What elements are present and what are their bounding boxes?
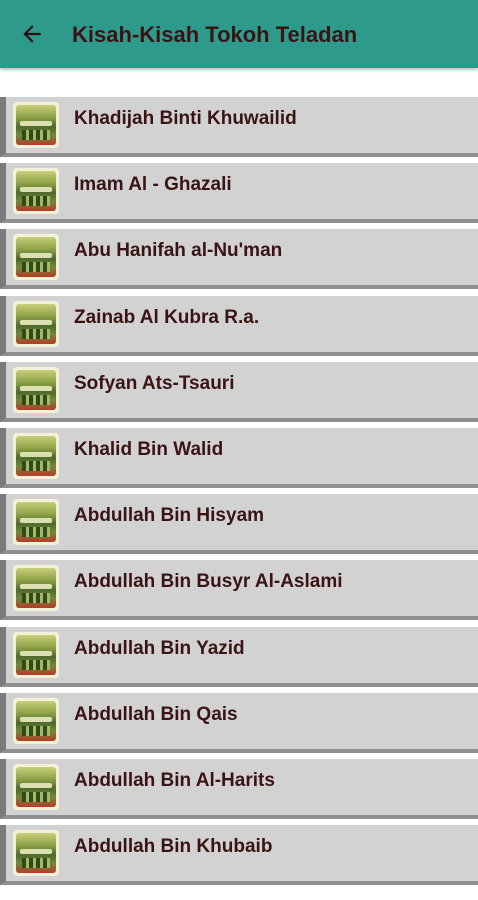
list-item[interactable]: Sofyan Ats-Tsauri [0, 362, 478, 422]
list-item-label: Imam Al - Ghazali [74, 174, 232, 195]
book-cover-image [16, 370, 56, 410]
list-item-label: Sofyan Ats-Tsauri [74, 373, 235, 394]
list-item-label: Zainab Al Kubra R.a. [74, 307, 260, 328]
list-item-label: Abu Hanifah al-Nu'man [74, 240, 283, 261]
book-cover-image [16, 171, 56, 211]
list-item[interactable]: Abdullah Bin Khubaib [0, 825, 478, 885]
list-item-label: Abdullah Bin Yazid [74, 638, 245, 659]
list-item[interactable]: Zainab Al Kubra R.a. [0, 296, 478, 356]
page-title: Kisah-Kisah Tokoh Teladan [72, 22, 358, 47]
book-cover-thumbnail [13, 301, 59, 347]
list-item[interactable]: Abu Hanifah al-Nu'man [0, 229, 478, 289]
book-cover-image [16, 568, 56, 608]
book-cover-image [16, 635, 56, 675]
book-cover-image [16, 767, 56, 807]
list-item[interactable]: Abdullah Bin Qais [0, 693, 478, 753]
book-cover-image [16, 237, 56, 277]
list-item[interactable]: Abdullah Bin Yazid [0, 627, 478, 687]
list-item[interactable]: Khalid Bin Walid [0, 428, 478, 488]
list-item-label: Khadijah Binti Khuwailid [74, 108, 297, 129]
book-cover-image [16, 502, 56, 542]
list-item-label: Abdullah Bin Qais [74, 704, 238, 725]
book-cover-thumbnail [13, 565, 59, 611]
book-cover-thumbnail [13, 764, 59, 810]
book-cover-image [16, 833, 56, 873]
list-item[interactable]: Abdullah Bin Hisyam [0, 494, 478, 554]
book-cover-thumbnail [13, 830, 59, 876]
book-cover-thumbnail [13, 367, 59, 413]
book-cover-image [16, 701, 56, 741]
book-cover-thumbnail [13, 433, 59, 479]
book-cover-thumbnail [13, 499, 59, 545]
book-cover-image [16, 436, 56, 476]
book-cover-thumbnail [13, 102, 59, 148]
list-item[interactable]: Imam Al - Ghazali [0, 163, 478, 223]
app-bar: Kisah-Kisah Tokoh Teladan [0, 0, 478, 68]
book-cover-thumbnail [13, 234, 59, 280]
list-item[interactable]: Abdullah Bin Busyr Al-Aslami [0, 560, 478, 620]
book-cover-image [16, 105, 56, 145]
list-item-label: Abdullah Bin Al-Harits [74, 770, 275, 791]
list-item-label: Abdullah Bin Busyr Al-Aslami [74, 571, 343, 592]
book-cover-thumbnail [13, 632, 59, 678]
list-item[interactable]: Khadijah Binti Khuwailid [0, 97, 478, 157]
list-item[interactable]: Abdullah Bin Al-Harits [0, 759, 478, 819]
list-item-label: Khalid Bin Walid [74, 439, 224, 460]
list-item-label: Abdullah Bin Hisyam [74, 505, 265, 526]
book-cover-thumbnail [13, 698, 59, 744]
back-button[interactable] [12, 14, 52, 54]
list-item-label: Abdullah Bin Khubaib [74, 836, 273, 857]
book-cover-image [16, 304, 56, 344]
book-cover-thumbnail [13, 168, 59, 214]
arrow-left-icon [23, 25, 41, 43]
